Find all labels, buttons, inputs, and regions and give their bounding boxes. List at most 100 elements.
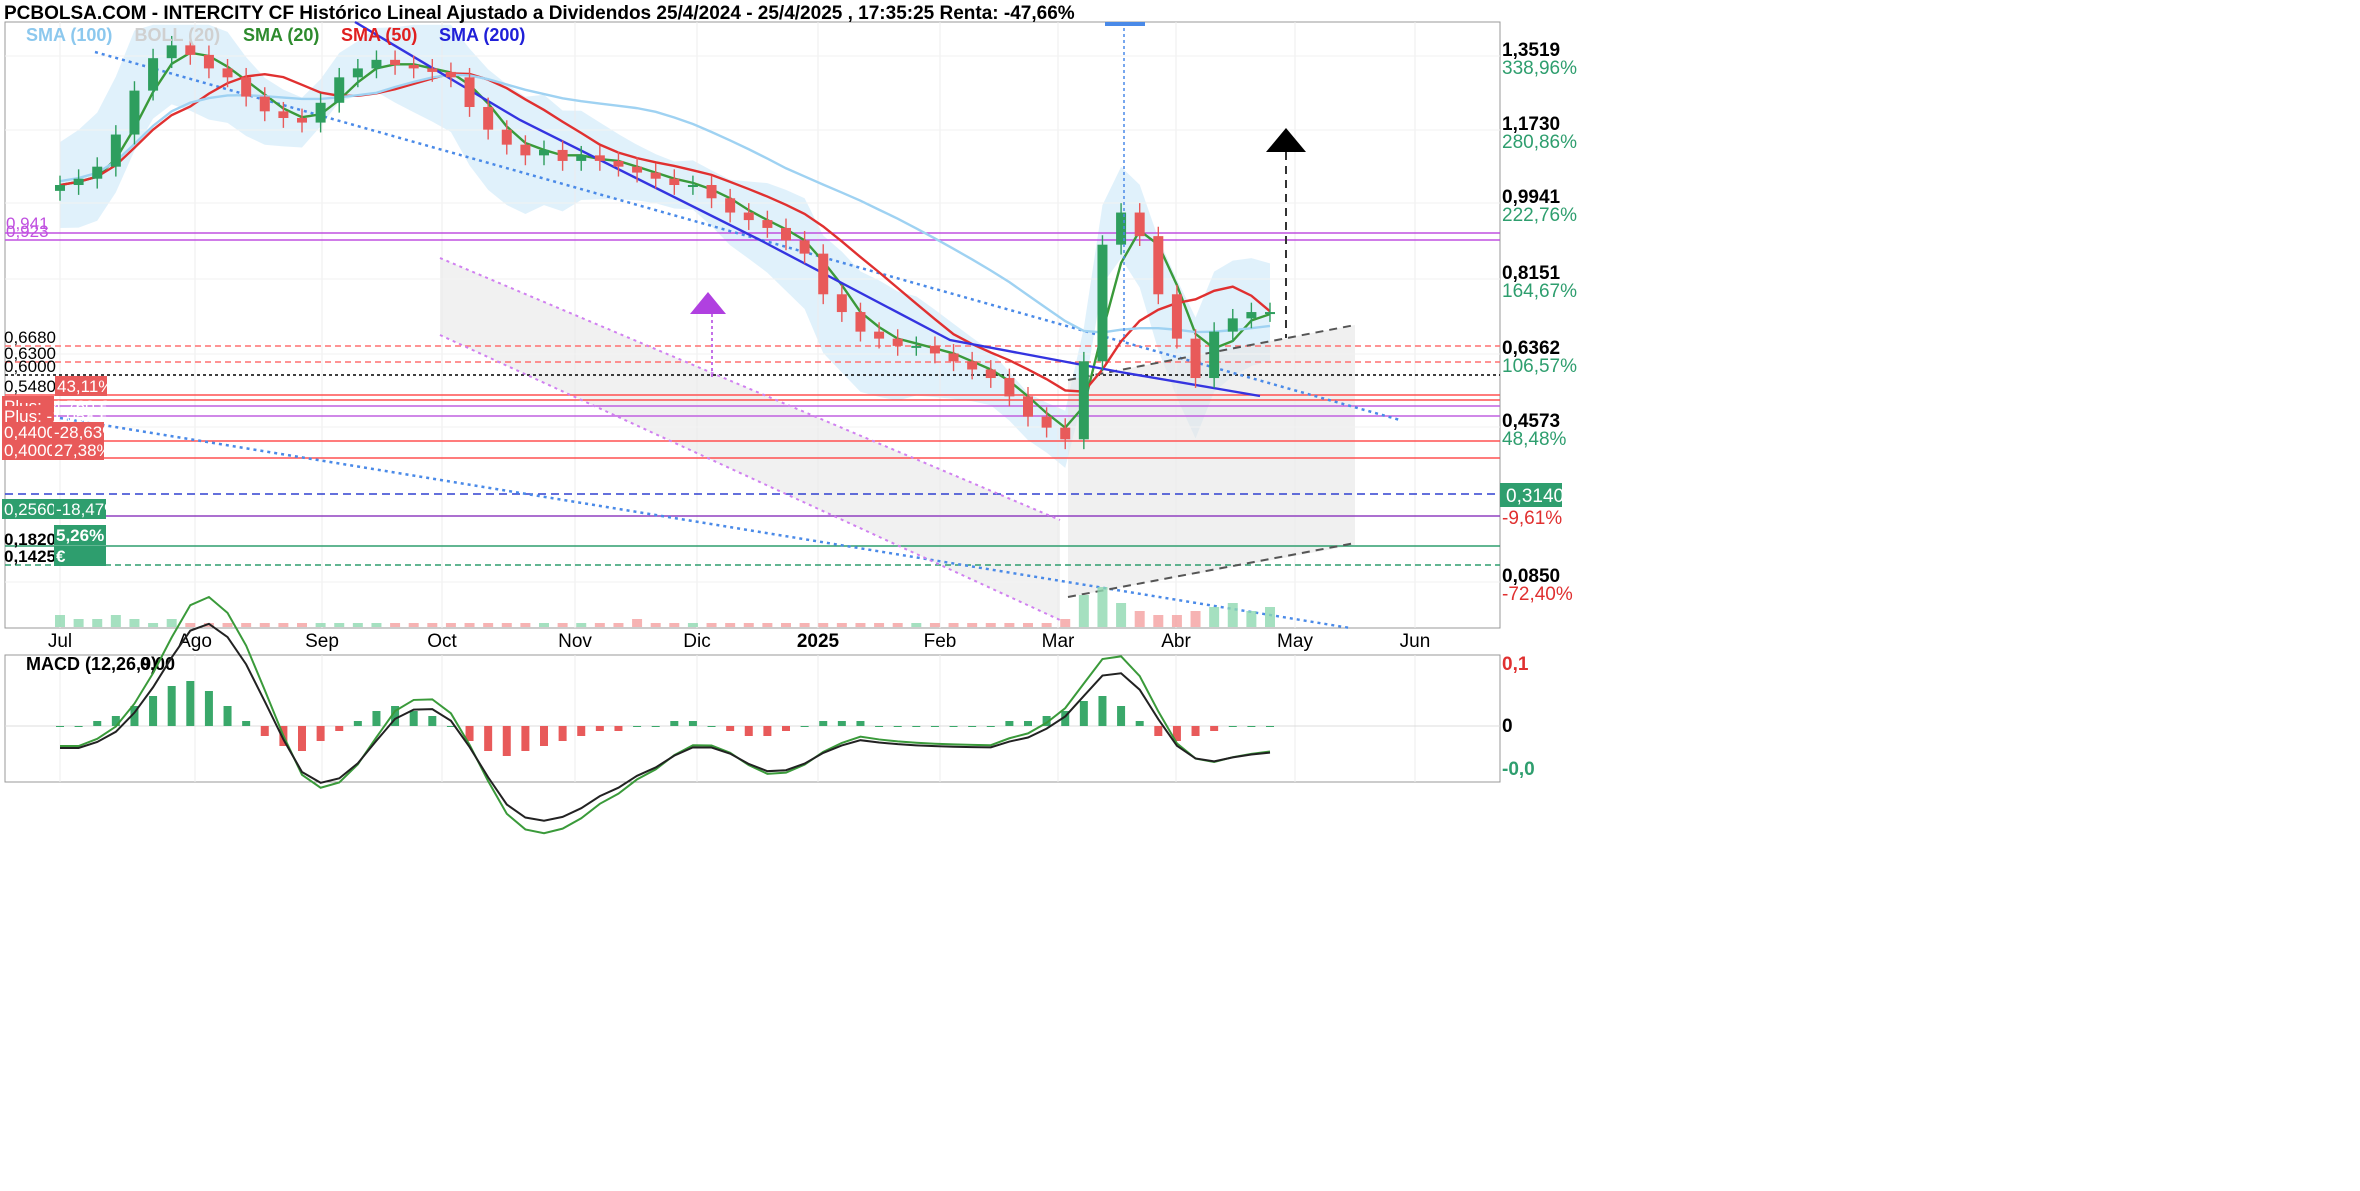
- macd-title: MACD (12,26,9): [26, 654, 157, 674]
- chart-stage: Jul Ago Sep Oct Nov Dic 2025 Feb Mar Abr May Jun 1,3…: [0, 0, 2360, 1186]
- last-price-value: 0,3140: [1506, 486, 1564, 507]
- macd-y-tick: -0,0: [1502, 759, 1535, 780]
- candle-body: [967, 361, 978, 370]
- volume-bar: [855, 623, 866, 627]
- candle-body: [650, 172, 661, 179]
- x-tick-label: 2025: [797, 631, 840, 652]
- volume-bar: [669, 623, 680, 627]
- macd-histogram-bar: [930, 726, 939, 727]
- candle-body: [1134, 212, 1145, 237]
- x-tick-label: Dic: [683, 631, 710, 652]
- volume-bar: [259, 623, 270, 627]
- candle-body: [911, 345, 922, 348]
- candle-body: [1190, 338, 1201, 379]
- candle-body: [222, 68, 233, 78]
- left-level-label: 0,4000: [4, 441, 56, 460]
- legend-item: SMA (200): [439, 25, 525, 45]
- volume-bar: [1153, 615, 1164, 627]
- macd-histogram-bar: [1210, 726, 1219, 731]
- volume-bar: [445, 623, 456, 627]
- volume-bar: [185, 623, 196, 627]
- volume-bar: [520, 623, 531, 627]
- candle-body: [576, 155, 587, 161]
- volume-bar: [557, 623, 568, 627]
- volume-bar: [1078, 595, 1089, 627]
- candle-body: [1246, 312, 1257, 319]
- volume-bar: [408, 623, 419, 627]
- macd-histogram-bar: [875, 726, 884, 727]
- volume-bar: [1004, 623, 1015, 627]
- macd-histogram-bar: [540, 726, 548, 746]
- macd-histogram-bar: [949, 726, 958, 727]
- macd-histogram-bar: [744, 726, 753, 736]
- candle-body: [743, 212, 754, 221]
- volume-bar: [632, 619, 643, 627]
- volume-bar: [1023, 623, 1033, 627]
- left-level-label: 0,6000: [4, 357, 56, 376]
- candle-body: [129, 90, 140, 135]
- candle-body: [613, 160, 624, 167]
- volume-bar: [1265, 607, 1275, 627]
- candle-body: [557, 149, 568, 161]
- y-tick-pct: 164,67%: [1502, 281, 1577, 302]
- candle-body: [55, 185, 65, 191]
- volume-bar: [818, 623, 829, 627]
- volume-bar: [501, 623, 512, 627]
- left-level-label: 27,38%: [54, 441, 112, 460]
- x-tick-label: May: [1277, 631, 1313, 652]
- volume-bar: [1171, 615, 1182, 627]
- candle-body: [1041, 416, 1052, 428]
- candle-body: [278, 111, 289, 118]
- macd-histogram-bar: [1135, 721, 1144, 726]
- x-tick-label: Feb: [924, 631, 957, 652]
- candle-body: [539, 149, 549, 156]
- candle-body: [464, 77, 475, 108]
- macd-histogram-bar: [409, 711, 418, 726]
- volume-bar: [1209, 607, 1220, 627]
- volume-bar: [464, 623, 475, 627]
- candle-body: [297, 117, 307, 123]
- left-level-label: 5,26%: [56, 526, 104, 545]
- macd-histogram-bar: [1005, 721, 1014, 726]
- candle-body: [73, 178, 84, 186]
- candle-body: [352, 68, 363, 78]
- candle-body: [408, 64, 419, 69]
- macd-histogram-bar: [242, 721, 251, 726]
- candle-body: [166, 45, 177, 59]
- legend-item: SMA (20): [243, 25, 319, 45]
- candle-body: [929, 345, 940, 354]
- macd-histogram-bar: [1079, 701, 1088, 726]
- volume-bar: [1190, 611, 1201, 627]
- macd-histogram-bar: [316, 726, 325, 741]
- volume-bar: [1041, 623, 1052, 627]
- volume-bar: [390, 623, 401, 627]
- candle-body: [762, 220, 773, 228]
- volume-bar: [110, 615, 121, 627]
- macd-histogram-bar: [484, 726, 493, 751]
- macd-histogram-bar: [800, 726, 809, 727]
- stock-chart: Jul Ago Sep Oct Nov Dic 2025 Feb Mar Abr May Jun1,3…: [0, 0, 2360, 1186]
- volume-bar: [743, 623, 754, 627]
- candle-body: [483, 107, 494, 130]
- volume-bar: [706, 623, 717, 627]
- y-tick-pct: 338,96%: [1502, 58, 1577, 79]
- candle-body: [241, 77, 252, 97]
- macd-histogram-bar: [893, 726, 902, 727]
- macd-histogram-bar: [1154, 726, 1163, 736]
- macd-histogram-bar: [688, 721, 697, 726]
- volume-bar: [92, 619, 103, 627]
- macd-histogram-bar: [186, 681, 195, 726]
- y-tick-pct: 48,48%: [1502, 429, 1567, 450]
- volume-bar: [55, 615, 65, 627]
- candle-body: [706, 185, 717, 199]
- chart-title: PCBOLSA.COM - INTERCITY CF Histórico Lin…: [4, 3, 1075, 24]
- volume-bar: [967, 623, 978, 627]
- macd-histogram-bar: [1191, 726, 1200, 736]
- candle-body: [110, 134, 121, 167]
- macd-histogram-bar: [521, 726, 530, 751]
- volume-bar: [483, 623, 494, 627]
- volume-bar: [650, 623, 661, 627]
- x-tick-label: Nov: [558, 631, 592, 652]
- left-level-label: 0,5480: [4, 377, 56, 396]
- candle-body: [1060, 427, 1071, 440]
